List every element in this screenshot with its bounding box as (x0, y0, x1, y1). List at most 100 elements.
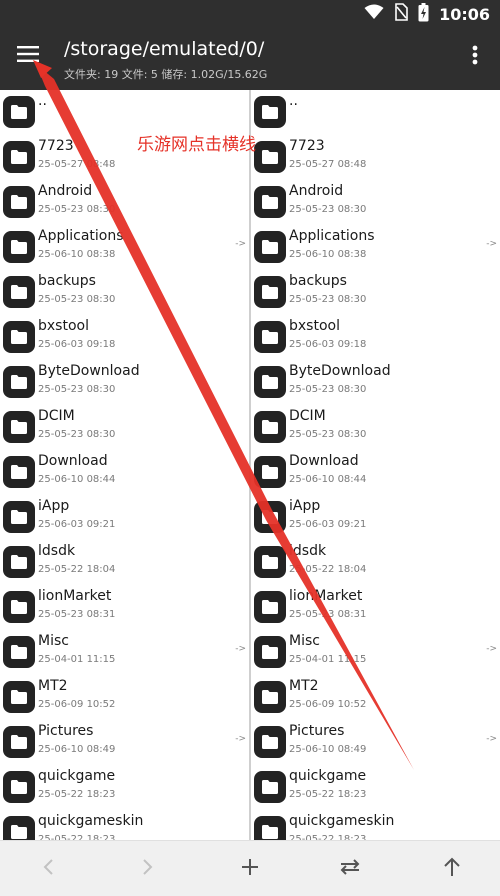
file-list-item[interactable]: backups 25-05-23 08:30 (0, 270, 249, 315)
file-name: .. (38, 93, 47, 109)
file-list-item[interactable]: DCIM 25-05-23 08:30 (0, 405, 249, 450)
file-name: ByteDownload (289, 363, 391, 379)
file-list-item[interactable]: Applications 25-06-10 08:38 -> (0, 225, 249, 270)
folder-icon (254, 681, 286, 713)
file-list-item[interactable]: quickgameskin 25-05-22 18:23 (251, 810, 500, 840)
file-list-item[interactable]: Applications 25-06-10 08:38 -> (251, 225, 500, 270)
file-list-item[interactable]: Pictures 25-06-10 08:49 -> (0, 720, 249, 765)
file-name: lionMarket (289, 588, 363, 604)
folder-icon (3, 186, 35, 218)
file-name: Android (289, 183, 344, 199)
file-modified-date: 25-05-23 08:30 (289, 204, 367, 215)
file-list-item[interactable]: Misc 25-04-01 11:15 -> (251, 630, 500, 675)
file-modified-date: 25-06-03 09:21 (38, 519, 116, 530)
file-modified-date: 25-05-22 18:04 (289, 564, 367, 575)
file-list-item[interactable]: Download 25-06-10 08:44 (251, 450, 500, 495)
file-list-item[interactable]: Android 25-05-23 08:30 (0, 180, 249, 225)
folder-icon (254, 726, 286, 758)
file-modified-date: 25-05-23 08:30 (38, 204, 116, 215)
folder-icon (3, 411, 35, 443)
file-name: ldsdk (289, 543, 327, 559)
file-list-item[interactable]: bxstool 25-06-03 09:18 (0, 315, 249, 360)
file-list-item[interactable]: ByteDownload 25-05-23 08:30 (0, 360, 249, 405)
file-list-item[interactable]: .. (251, 90, 500, 135)
left-file-pane[interactable]: .. 7723 25-05-27 08:48 Android 25-05-23 08:3… (0, 90, 249, 840)
swap-button[interactable] (334, 853, 366, 885)
more-options-button[interactable] (460, 41, 490, 73)
back-button[interactable] (32, 853, 64, 885)
file-list-item[interactable]: Android 25-05-23 08:30 (251, 180, 500, 225)
file-name: Misc (38, 633, 69, 649)
folder-icon (254, 501, 286, 533)
file-modified-date: 25-06-10 08:49 (289, 744, 367, 755)
hamburger-menu-icon (17, 46, 39, 66)
file-name: 7723 (289, 138, 325, 154)
file-name: Download (289, 453, 359, 469)
file-list-item[interactable]: Download 25-06-10 08:44 (0, 450, 249, 495)
storage-info: 文件夹: 19 文件: 5 储存: 1.02G/15.62G (64, 68, 268, 81)
no-sim-icon (394, 3, 408, 25)
symlink-indicator: -> (235, 239, 246, 249)
file-name: backups (38, 273, 96, 289)
file-name: MT2 (38, 678, 68, 694)
file-list-item[interactable]: quickgame 25-05-22 18:23 (0, 765, 249, 810)
folder-icon (3, 456, 35, 488)
hamburger-menu-button[interactable] (10, 38, 46, 74)
file-modified-date: 25-05-27 08:48 (38, 159, 116, 170)
folder-icon (3, 321, 35, 353)
file-list-item[interactable]: 7723 25-05-27 08:48 (251, 135, 500, 180)
folder-icon (254, 411, 286, 443)
file-name: 7723 (38, 138, 74, 154)
file-modified-date: 25-05-23 08:30 (289, 429, 367, 440)
add-icon (240, 857, 260, 881)
file-modified-date: 25-05-22 18:23 (289, 789, 367, 800)
file-list-item[interactable]: MT2 25-06-09 10:52 (0, 675, 249, 720)
folder-icon (3, 366, 35, 398)
forward-arrow-icon (142, 858, 154, 880)
file-list-item[interactable]: Pictures 25-06-10 08:49 -> (251, 720, 500, 765)
up-arrow-icon (442, 856, 462, 882)
folder-icon (254, 231, 286, 263)
up-button[interactable] (436, 853, 468, 885)
symlink-indicator: -> (486, 734, 497, 744)
forward-button[interactable] (132, 853, 164, 885)
file-list-item[interactable]: iApp 25-06-03 09:21 (0, 495, 249, 540)
file-name: DCIM (289, 408, 326, 424)
folder-icon (3, 141, 35, 173)
file-name: ByteDownload (38, 363, 140, 379)
file-name: Applications (38, 228, 124, 244)
file-name: quickgameskin (38, 813, 144, 829)
right-file-pane[interactable]: .. 7723 25-05-27 08:48 Android 25-05-23 08:3… (251, 90, 500, 840)
folder-icon (3, 546, 35, 578)
file-list-item[interactable]: lionMarket 25-05-23 08:31 (251, 585, 500, 630)
file-modified-date: 25-06-10 08:44 (289, 474, 367, 485)
file-list-item[interactable]: quickgameskin 25-05-22 18:23 (0, 810, 249, 840)
file-modified-date: 25-06-03 09:18 (289, 339, 367, 350)
file-list-item[interactable]: .. (0, 90, 249, 135)
file-modified-date: 25-05-22 18:23 (38, 789, 116, 800)
back-arrow-icon (42, 858, 54, 880)
folder-icon (254, 591, 286, 623)
file-name: quickgame (38, 768, 116, 784)
file-list-item[interactable]: ldsdk 25-05-22 18:04 (251, 540, 500, 585)
file-list-item[interactable]: bxstool 25-06-03 09:18 (251, 315, 500, 360)
file-list-item[interactable]: ldsdk 25-05-22 18:04 (0, 540, 249, 585)
file-list-item[interactable]: iApp 25-06-03 09:21 (251, 495, 500, 540)
wifi-icon (364, 4, 384, 24)
file-list-item[interactable]: Misc 25-04-01 11:15 -> (0, 630, 249, 675)
file-name: Android (38, 183, 93, 199)
file-list-item[interactable]: DCIM 25-05-23 08:30 (251, 405, 500, 450)
file-list-item[interactable]: MT2 25-06-09 10:52 (251, 675, 500, 720)
file-modified-date: 25-06-09 10:52 (38, 699, 116, 710)
file-list-item[interactable]: ByteDownload 25-05-23 08:30 (251, 360, 500, 405)
file-list-item[interactable]: lionMarket 25-05-23 08:31 (0, 585, 249, 630)
file-list-item[interactable]: quickgame 25-05-22 18:23 (251, 765, 500, 810)
folder-icon (3, 726, 35, 758)
file-modified-date: 25-06-10 08:44 (38, 474, 116, 485)
folder-icon (3, 816, 35, 840)
file-name: backups (289, 273, 347, 289)
file-list-item[interactable]: backups 25-05-23 08:30 (251, 270, 500, 315)
add-button[interactable] (234, 853, 266, 885)
swap-icon (338, 857, 362, 881)
file-modified-date: 25-04-01 11:15 (38, 654, 116, 665)
